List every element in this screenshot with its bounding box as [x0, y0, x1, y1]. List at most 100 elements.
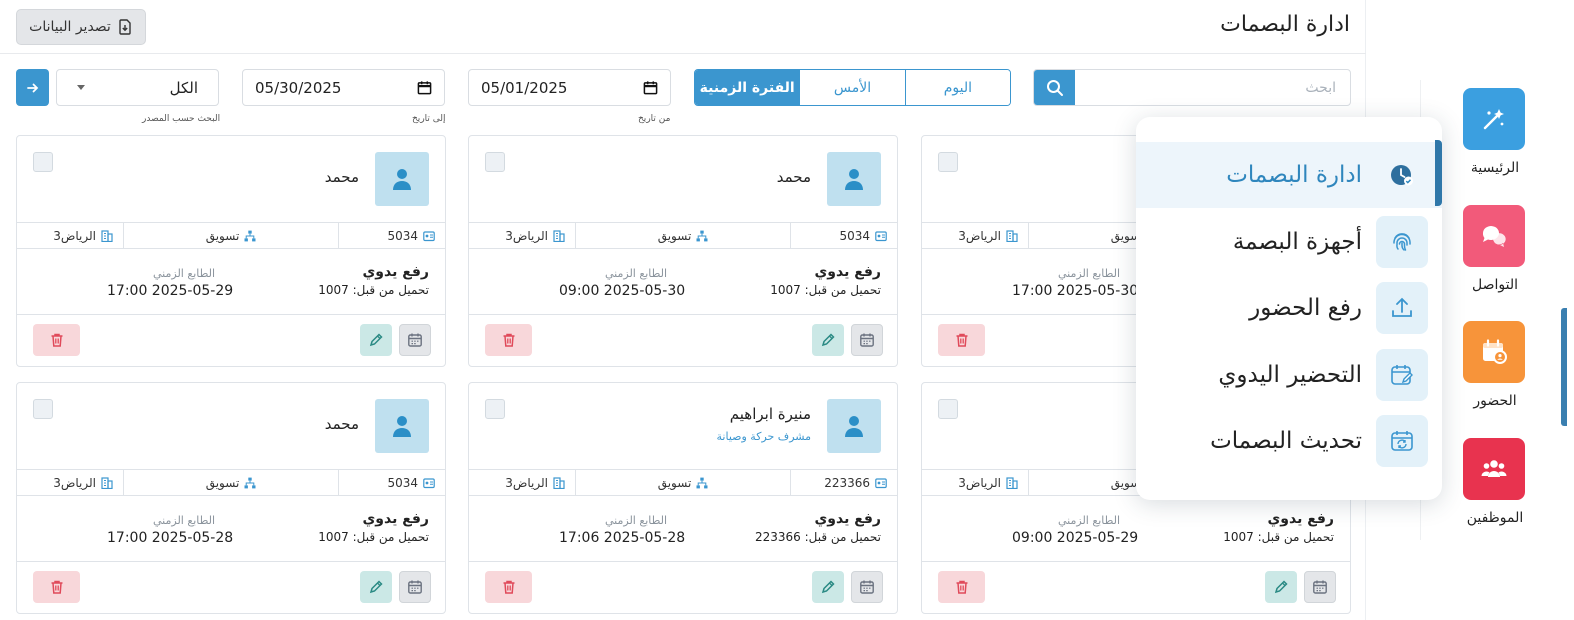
delete-button[interactable] [485, 571, 532, 603]
sidebar-label: الحضور [1473, 393, 1517, 409]
edit-icon [821, 580, 835, 594]
delete-button[interactable] [485, 324, 532, 356]
calendar-icon [1313, 580, 1327, 594]
employee-branch: الرياض3 [469, 223, 575, 248]
avatar [827, 152, 881, 206]
side-icon-box [1463, 438, 1525, 500]
edit-button[interactable] [360, 324, 392, 356]
employee-branch: الرياض3 [17, 470, 123, 495]
card-checkbox[interactable] [938, 399, 958, 419]
apply-filter-button[interactable] [16, 69, 49, 106]
delete-button[interactable] [938, 324, 985, 356]
period-yesterday-button[interactable]: الأمس [799, 70, 905, 105]
card-checkbox[interactable] [33, 152, 53, 172]
edit-button[interactable] [1265, 571, 1297, 603]
employee-code: 223366 [790, 470, 897, 495]
search-button[interactable] [1034, 70, 1075, 105]
timestamp-label: الطابع الزمني [1058, 267, 1121, 280]
user-icon [845, 169, 863, 190]
upload-type: رفع يدوي [1267, 511, 1334, 527]
source-label: البحث حسب المصدر [142, 114, 221, 124]
sparkle-icon [1483, 109, 1504, 130]
menu-icon-box [1376, 216, 1428, 268]
menu-item-upload-attendance[interactable]: رفع الحضور [1136, 275, 1442, 341]
employee-code: 5034 [790, 223, 897, 248]
timestamp-label: الطابع الزمني [1058, 514, 1121, 527]
menu-item-fingerprint-devices[interactable]: أجهزة البصمة [1136, 209, 1442, 275]
employee-branch: الرياض3 [922, 223, 1028, 248]
menu-item-refresh-fingerprints[interactable]: تحديث البصمات [1136, 408, 1442, 474]
schedule-button[interactable] [1304, 571, 1336, 603]
schedule-button[interactable] [399, 571, 431, 603]
uploaded-by: تحميل من قبل: 1007 [1223, 530, 1334, 544]
page-title: ادارة البصمات [1220, 12, 1350, 37]
sidebar-item-attendance[interactable]: الحضور [1421, 313, 1574, 429]
upload-type: رفع يدوي [814, 264, 881, 280]
attendance-card: محمد 5034 تسويق الرياض3 رفع يدوي تحميل م… [16, 382, 446, 614]
avatar [375, 152, 429, 206]
arrow-right-icon [26, 83, 38, 92]
menu-item-manual-attendance[interactable]: التحضير اليدوي [1136, 342, 1442, 408]
attendance-submenu: ادارة البصمات أجهزة البصمة رفع الحضور ال… [1136, 117, 1442, 500]
edit-button[interactable] [812, 571, 844, 603]
date-from-field[interactable]: 05/01/2025 [468, 69, 671, 106]
delete-button[interactable] [33, 571, 80, 603]
employee-branch: الرياض3 [469, 470, 575, 495]
card-footer [17, 314, 445, 366]
card-checkbox[interactable] [33, 399, 53, 419]
upload-type: رفع يدوي [362, 264, 429, 280]
employee-name: محمد [324, 415, 359, 433]
menu-icon-box [1376, 149, 1428, 201]
delete-button[interactable] [938, 571, 985, 603]
sidebar-item-communication[interactable]: التواصل [1421, 197, 1574, 313]
card-checkbox[interactable] [485, 399, 505, 419]
edit-button[interactable] [360, 571, 392, 603]
card-footer [922, 561, 1350, 613]
schedule-button[interactable] [851, 324, 883, 356]
card-checkbox[interactable] [938, 152, 958, 172]
trash-icon [51, 333, 62, 347]
timestamp-value: 17:06 2025-05-28 [559, 530, 686, 546]
sidebar-item-home[interactable]: الرئيسية [1421, 80, 1574, 196]
building-icon [553, 476, 565, 489]
chat-bubbles-icon [1482, 226, 1506, 247]
sidebar-item-employees[interactable]: الموظفين [1421, 430, 1574, 546]
upload-icon [1392, 297, 1412, 317]
calendar-icon [860, 580, 874, 594]
card-footer [469, 314, 897, 366]
source-select[interactable]: الكل [56, 69, 219, 106]
employee-branch: الرياض3 [17, 223, 123, 248]
delete-button[interactable] [33, 324, 80, 356]
period-today-button[interactable]: اليوم [904, 70, 1010, 105]
menu-item-manage-fingerprints[interactable]: ادارة البصمات [1136, 142, 1442, 208]
card-checkbox[interactable] [485, 152, 505, 172]
menu-icon-box [1376, 415, 1428, 467]
export-data-button[interactable]: تصدير البيانات [16, 9, 146, 45]
id-badge-icon [875, 230, 887, 241]
avatar [375, 399, 429, 453]
search-input[interactable] [1075, 70, 1350, 105]
building-icon [553, 229, 565, 242]
upload-type: رفع يدوي [362, 511, 429, 527]
period-range-button[interactable]: الفترة الزمنية [695, 70, 800, 105]
upload-type: رفع يدوي [814, 511, 881, 527]
edit-button[interactable] [812, 324, 844, 356]
user-icon [845, 416, 863, 437]
card-info-row: 223366 تسويق الرياض3 [469, 469, 897, 496]
attendance-card: محمد 5034 تسويق الرياض3 رفع يدوي تحميل م… [16, 135, 446, 367]
export-label: تصدير البيانات [29, 19, 111, 35]
schedule-button[interactable] [851, 571, 883, 603]
side-icon-box [1463, 321, 1525, 383]
timestamp-value: 17:00 2025-05-28 [107, 530, 234, 546]
trash-icon [503, 333, 514, 347]
user-icon [393, 169, 411, 190]
trash-icon [503, 580, 514, 594]
schedule-button[interactable] [399, 324, 431, 356]
sidebar-active-indicator [1561, 308, 1567, 426]
date-to-field[interactable]: 05/30/2025 [242, 69, 445, 106]
org-chart-icon [244, 230, 256, 241]
org-chart-icon [696, 477, 708, 488]
org-chart-icon [244, 477, 256, 488]
trash-icon [956, 580, 967, 594]
employee-code: 5034 [338, 223, 445, 248]
